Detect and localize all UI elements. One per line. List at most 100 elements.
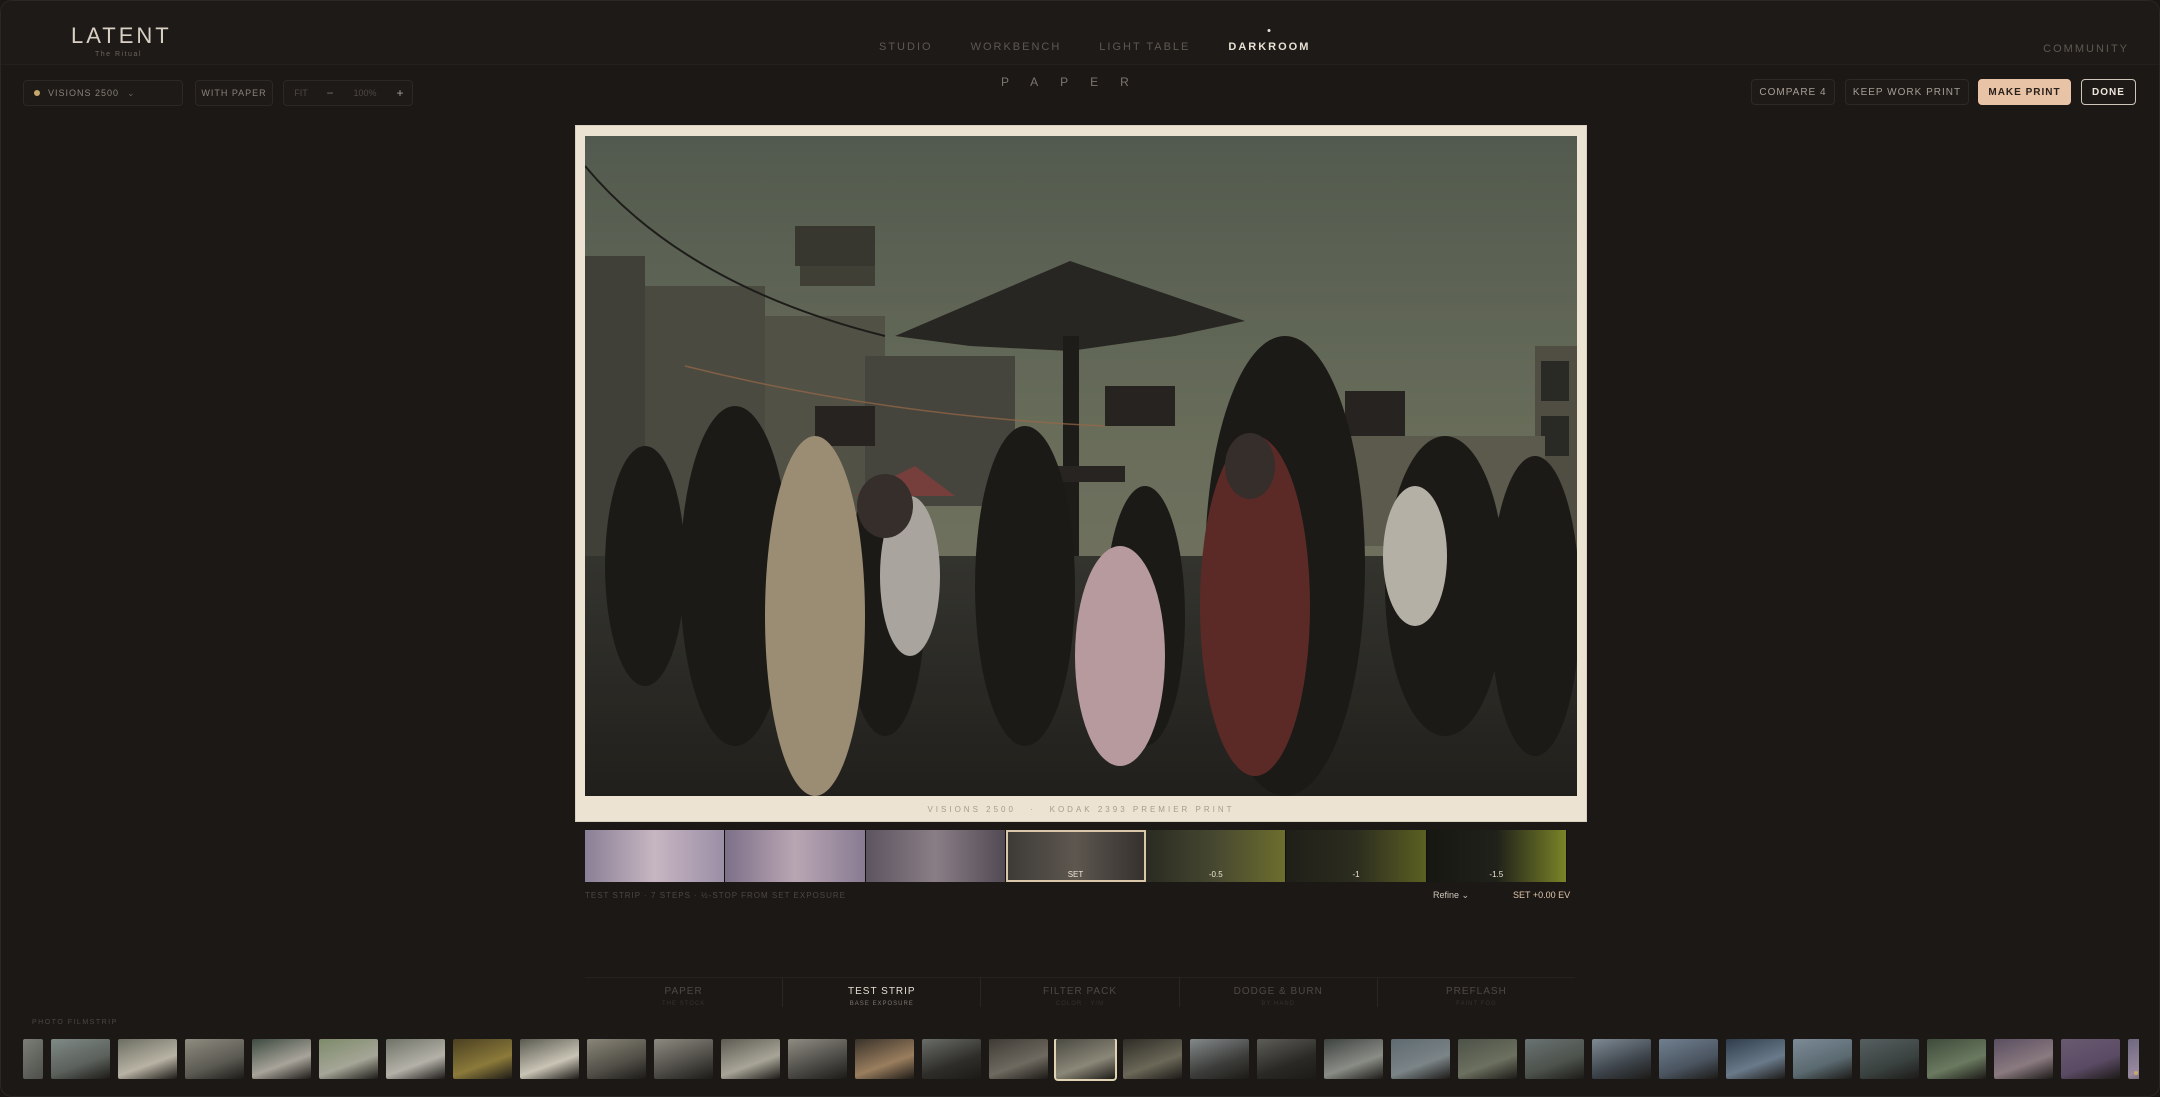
app-window: LATENT The Ritual STUDIO WORKBENCH LIGHT… xyxy=(0,0,2160,1097)
make-print-button[interactable]: MAKE PRINT xyxy=(1978,79,2071,105)
test-strip-step[interactable] xyxy=(865,830,1006,882)
filmstrip-thumbnail[interactable] xyxy=(1525,1039,1584,1079)
print-preview: VISIONS 2500 · KODAK 2393 PREMIER PRINT xyxy=(575,125,1587,822)
test-strip-step[interactable] xyxy=(725,830,866,882)
with-paper-toggle[interactable]: WITH PAPER xyxy=(195,80,273,106)
stock-color-dot xyxy=(34,90,40,96)
filmstrip-thumbnail[interactable] xyxy=(118,1039,177,1079)
zoom-controls: FIT − 100% + xyxy=(283,80,413,106)
tab-dodge-burn[interactable]: DODGE & BURN BY HAND xyxy=(1180,978,1378,1007)
tab-label: DODGE & BURN xyxy=(1233,986,1323,997)
filmstrip-thumbnail[interactable] xyxy=(453,1039,512,1079)
tab-label: TEST STRIP xyxy=(848,986,916,997)
tab-label: FILTER PACK xyxy=(1043,986,1117,997)
filmstrip-thumbnail[interactable] xyxy=(1123,1039,1182,1079)
fairground-photo xyxy=(585,136,1577,796)
filmstrip-thumbnail[interactable] xyxy=(1458,1039,1517,1079)
print-caption: VISIONS 2500 · KODAK 2393 PREMIER PRINT xyxy=(927,805,1235,814)
filmstrip-thumbnail[interactable] xyxy=(587,1039,646,1079)
tab-sublabel: COLOR · Y/M xyxy=(1055,1001,1105,1007)
filmstrip-thumbnail[interactable] xyxy=(788,1039,847,1079)
test-strip-step-selected[interactable]: SET xyxy=(1005,830,1147,882)
filmstrip-thumbnail[interactable] xyxy=(1793,1039,1852,1079)
caption-stock: VISIONS 2500 xyxy=(927,805,1016,814)
filmstrip-thumbnail[interactable] xyxy=(1592,1039,1651,1079)
tab-paper[interactable]: PAPER THE STOCK xyxy=(585,978,784,1007)
tab-sublabel: FAINT FOG xyxy=(1456,1001,1497,1007)
developed-count: 1 of 383 developed xyxy=(2134,1071,2139,1077)
app-logo[interactable]: LATENT The Ritual xyxy=(71,23,172,58)
nav-studio[interactable]: STUDIO xyxy=(879,41,933,53)
nav-darkroom-label: DARKROOM xyxy=(1228,41,1311,53)
filmstrip-thumbnail[interactable] xyxy=(185,1039,244,1079)
filmstrip-thumbnail[interactable] xyxy=(1860,1039,1919,1079)
filmstrip-thumbnail[interactable] xyxy=(2061,1039,2120,1079)
filmstrip-thumbnail[interactable]: 1 of 383 developed xyxy=(2128,1039,2139,1079)
done-button[interactable]: DONE xyxy=(2081,79,2136,105)
step-label: -0.5 xyxy=(1208,870,1223,879)
filmstrip-thumbnail[interactable] xyxy=(855,1039,914,1079)
tab-filter-pack[interactable]: FILTER PACK COLOR · Y/M xyxy=(981,978,1180,1007)
darkroom-steps: PAPER THE STOCK TEST STRIP BASE EXPOSURE… xyxy=(585,977,1575,1007)
zoom-fit-button[interactable]: FIT xyxy=(284,88,318,98)
filmstrip-thumbnail[interactable] xyxy=(386,1039,445,1079)
filmstrip-thumbnail[interactable] xyxy=(1994,1039,2053,1079)
step-label: -1.5 xyxy=(1489,870,1504,879)
test-strip: SET -0.5 -1 -1.5 xyxy=(585,830,1567,882)
filmstrip-thumbnail[interactable] xyxy=(319,1039,378,1079)
filmstrip-thumbnail[interactable] xyxy=(51,1039,110,1079)
test-strip-info: TEST STRIP · 7 STEPS · ½-STOP FROM SET E… xyxy=(585,891,846,900)
filmstrip-thumbnail[interactable] xyxy=(721,1039,780,1079)
filmstrip-thumbnail[interactable] xyxy=(1190,1039,1249,1079)
step-label: SET xyxy=(1067,870,1084,879)
filmstrip-thumbnail[interactable] xyxy=(654,1039,713,1079)
chevron-down-icon: ⌄ xyxy=(127,87,136,98)
filmstrip-thumbnail[interactable] xyxy=(1659,1039,1718,1079)
tab-sublabel: THE STOCK xyxy=(661,1001,706,1007)
refine-button[interactable]: Refine ⌄ xyxy=(1433,890,1469,901)
filmstrip-thumbnail[interactable] xyxy=(1927,1039,1986,1079)
tab-sublabel: BY HAND xyxy=(1261,1001,1295,1007)
stock-selector-label: VISIONS 2500 xyxy=(48,88,120,98)
filmstrip-thumbnail[interactable] xyxy=(1726,1039,1785,1079)
zoom-in-button[interactable]: + xyxy=(388,86,412,100)
app-header: LATENT The Ritual STUDIO WORKBENCH LIGHT… xyxy=(1,1,2159,65)
nav-darkroom[interactable]: DARKROOM xyxy=(1228,29,1311,53)
step-label: -1 xyxy=(1352,870,1360,879)
zoom-out-button[interactable]: − xyxy=(318,86,342,100)
keep-work-print-button[interactable]: KEEP WORK PRINT xyxy=(1845,79,1969,105)
tab-test-strip[interactable]: TEST STRIP BASE EXPOSURE xyxy=(783,978,982,1007)
filmstrip-thumbnail[interactable] xyxy=(922,1039,981,1079)
print-photo[interactable] xyxy=(585,136,1577,796)
tab-label: PREFLASH xyxy=(1446,986,1507,997)
logo-subtitle: The Ritual xyxy=(95,51,142,58)
nav-light-table[interactable]: LIGHT TABLE xyxy=(1099,41,1190,53)
filmstrip-thumbnail[interactable] xyxy=(252,1039,311,1079)
darkroom-toolbar: VISIONS 2500 ⌄ WITH PAPER FIT − 100% + P… xyxy=(1,67,2159,119)
nav-community[interactable]: COMMUNITY xyxy=(2043,43,2129,55)
test-strip-step[interactable] xyxy=(585,830,726,882)
filmstrip-thumbnail[interactable] xyxy=(1257,1039,1316,1079)
compare-button[interactable]: COMPARE 4 xyxy=(1751,79,1835,105)
filmstrip-thumbnail-selected[interactable] xyxy=(1054,1039,1117,1081)
active-indicator-dot xyxy=(1267,29,1271,32)
set-exposure-value: SET +0.00 EV xyxy=(1513,890,1571,900)
filmstrip-thumbnail[interactable] xyxy=(1324,1039,1383,1079)
stock-selector[interactable]: VISIONS 2500 ⌄ xyxy=(23,80,183,106)
filmstrip-label: PHOTO FILMSTRIP xyxy=(32,1019,118,1026)
nav-workbench[interactable]: WORKBENCH xyxy=(971,41,1062,53)
zoom-level: 100% xyxy=(353,88,377,98)
filmstrip-thumbnail[interactable] xyxy=(1391,1039,1450,1079)
current-step-label: PAPER xyxy=(1001,75,1151,89)
test-strip-step[interactable]: -0.5 xyxy=(1146,830,1287,882)
tab-label: PAPER xyxy=(664,986,703,997)
tab-sublabel: BASE EXPOSURE xyxy=(849,1001,914,1007)
filmstrip-thumbnail[interactable] xyxy=(23,1039,43,1079)
filmstrip-thumbnail[interactable] xyxy=(989,1039,1048,1079)
test-strip-step[interactable]: -1.5 xyxy=(1426,830,1567,882)
tab-preflash[interactable]: PREFLASH FAINT FOG xyxy=(1378,978,1575,1007)
filmstrip-thumbnail[interactable] xyxy=(520,1039,579,1079)
developed-dot-icon xyxy=(2134,1071,2139,1075)
caption-paper: KODAK 2393 PREMIER PRINT xyxy=(1049,805,1235,814)
test-strip-step[interactable]: -1 xyxy=(1286,830,1427,882)
